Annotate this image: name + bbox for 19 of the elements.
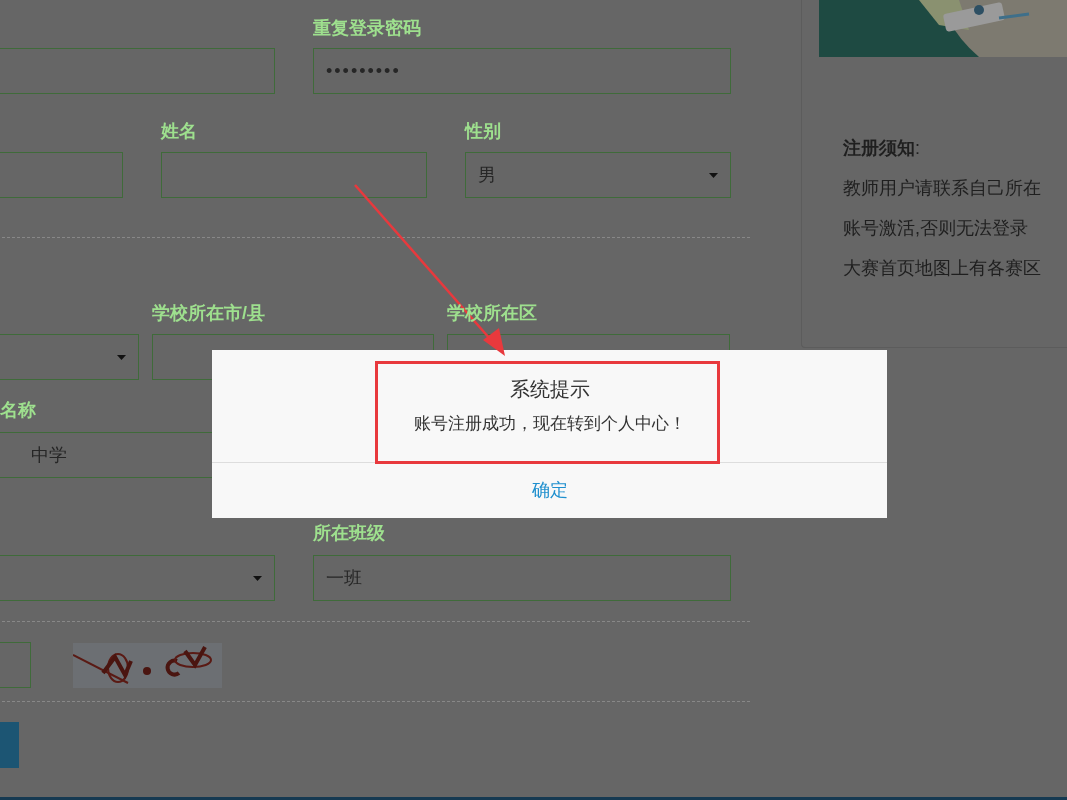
field-label: 姓名: [161, 121, 198, 141]
notice-text: 教师用户请联系自己所在: [843, 177, 1042, 199]
dialog-message: 账号注册成功，现在转到个人中心！: [413, 413, 686, 435]
field-label: 名称: [0, 400, 37, 420]
notice-text: 大赛首页地图上有各赛区: [843, 257, 1042, 279]
gender-select[interactable]: 男: [465, 152, 731, 198]
notice-title: 注册须知:: [843, 137, 921, 159]
caret-icon: [709, 172, 718, 178]
dialog-title: 系统提示: [509, 377, 590, 401]
confirm-button[interactable]: 确定: [523, 477, 576, 504]
field-label: 所在班级: [313, 523, 386, 543]
caret-icon: [253, 575, 262, 581]
field-label: 学校所在市/县: [152, 303, 266, 323]
caret-icon: [117, 354, 126, 360]
notice-text: 账号激活,否则无法登录: [843, 217, 1029, 239]
field-label: 重复登录密码: [313, 18, 422, 38]
password-field[interactable]: •••••••••: [313, 48, 731, 94]
name-field[interactable]: [161, 152, 427, 198]
field-label: 性别: [465, 121, 502, 141]
